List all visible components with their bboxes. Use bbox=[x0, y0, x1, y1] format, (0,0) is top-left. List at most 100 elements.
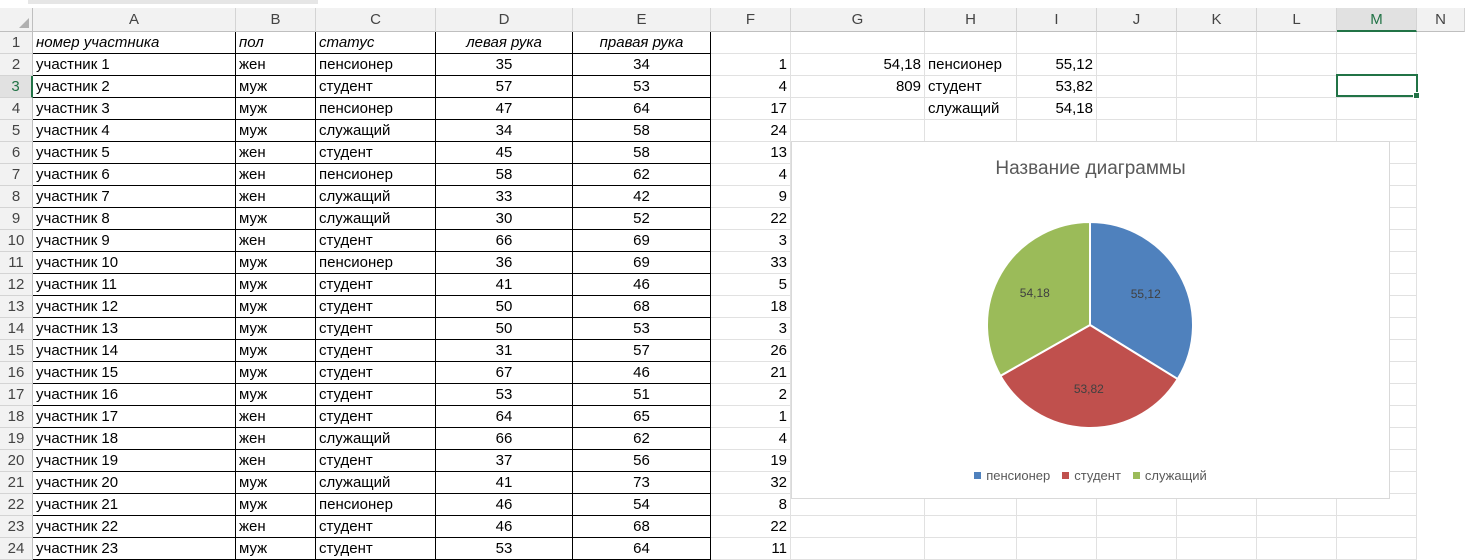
cell-e21[interactable]: 73 bbox=[573, 472, 711, 494]
pie-chart[interactable]: Название диаграммы пенсионер студент служа… bbox=[791, 141, 1390, 499]
cell-b18[interactable]: жен bbox=[236, 406, 316, 428]
cell-d19[interactable]: 66 bbox=[436, 428, 573, 450]
row-header-9[interactable]: 9 bbox=[0, 208, 33, 230]
row-header-17[interactable]: 17 bbox=[0, 384, 33, 406]
cell-f9[interactable]: 22 bbox=[711, 208, 791, 230]
row-header-13[interactable]: 13 bbox=[0, 296, 33, 318]
cell-j4[interactable] bbox=[1097, 98, 1177, 120]
cell-f4[interactable]: 17 bbox=[711, 98, 791, 120]
cell-f23[interactable]: 22 bbox=[711, 516, 791, 538]
row-header-10[interactable]: 10 bbox=[0, 230, 33, 252]
cell-d12[interactable]: 41 bbox=[436, 274, 573, 296]
cell-e19[interactable]: 62 bbox=[573, 428, 711, 450]
cell-k23[interactable] bbox=[1177, 516, 1257, 538]
cell-c7[interactable]: пенсионер bbox=[316, 164, 436, 186]
cell-m23[interactable] bbox=[1337, 516, 1417, 538]
cell-b2[interactable]: жен bbox=[236, 54, 316, 76]
select-all-button[interactable] bbox=[0, 8, 33, 32]
row-header-1[interactable]: 1 bbox=[0, 32, 33, 54]
cell-d2[interactable]: 35 bbox=[436, 54, 573, 76]
cell-f10[interactable]: 3 bbox=[711, 230, 791, 252]
cell-b4[interactable]: муж bbox=[236, 98, 316, 120]
cell-a23[interactable]: участник 22 bbox=[33, 516, 236, 538]
cell-f20[interactable]: 19 bbox=[711, 450, 791, 472]
cell-b9[interactable]: муж bbox=[236, 208, 316, 230]
cell-b17[interactable]: муж bbox=[236, 384, 316, 406]
cell-c5[interactable]: служащий bbox=[316, 120, 436, 142]
cell-f3[interactable]: 4 bbox=[711, 76, 791, 98]
cell-c10[interactable]: студент bbox=[316, 230, 436, 252]
column-header-d[interactable]: D bbox=[436, 8, 573, 32]
cell-e12[interactable]: 46 bbox=[573, 274, 711, 296]
cell-d1[interactable]: левая рука bbox=[436, 32, 573, 54]
cell-l23[interactable] bbox=[1257, 516, 1337, 538]
cell-g4[interactable] bbox=[791, 98, 925, 120]
cell-m1[interactable] bbox=[1337, 32, 1417, 54]
cell-m2[interactable] bbox=[1337, 54, 1417, 76]
column-header-g[interactable]: G bbox=[791, 8, 925, 32]
cell-f6[interactable]: 13 bbox=[711, 142, 791, 164]
row-header-7[interactable]: 7 bbox=[0, 164, 33, 186]
cell-j2[interactable] bbox=[1097, 54, 1177, 76]
row-header-3[interactable]: 3 bbox=[0, 76, 33, 98]
column-header-k[interactable]: K bbox=[1177, 8, 1257, 32]
row-header-15[interactable]: 15 bbox=[0, 340, 33, 362]
cell-a6[interactable]: участник 5 bbox=[33, 142, 236, 164]
column-header-n[interactable]: N bbox=[1417, 8, 1465, 32]
cell-c18[interactable]: студент bbox=[316, 406, 436, 428]
cell-f5[interactable]: 24 bbox=[711, 120, 791, 142]
cell-b14[interactable]: муж bbox=[236, 318, 316, 340]
row-header-8[interactable]: 8 bbox=[0, 186, 33, 208]
cell-a9[interactable]: участник 8 bbox=[33, 208, 236, 230]
cell-a19[interactable]: участник 18 bbox=[33, 428, 236, 450]
cell-e4[interactable]: 64 bbox=[573, 98, 711, 120]
cell-e23[interactable]: 68 bbox=[573, 516, 711, 538]
cell-d23[interactable]: 46 bbox=[436, 516, 573, 538]
cell-j1[interactable] bbox=[1097, 32, 1177, 54]
cell-i3[interactable]: 53,82 bbox=[1017, 76, 1097, 98]
cell-d22[interactable]: 46 bbox=[436, 494, 573, 516]
cell-f8[interactable]: 9 bbox=[711, 186, 791, 208]
cell-j24[interactable] bbox=[1097, 538, 1177, 560]
cell-b5[interactable]: муж bbox=[236, 120, 316, 142]
cell-j5[interactable] bbox=[1097, 120, 1177, 142]
cell-i1[interactable] bbox=[1017, 32, 1097, 54]
cell-f15[interactable]: 26 bbox=[711, 340, 791, 362]
cell-a24[interactable]: участник 23 bbox=[33, 538, 236, 560]
cell-g5[interactable] bbox=[791, 120, 925, 142]
cell-m4[interactable] bbox=[1337, 98, 1417, 120]
row-header-2[interactable]: 2 bbox=[0, 54, 33, 76]
cell-k5[interactable] bbox=[1177, 120, 1257, 142]
column-header-e[interactable]: E bbox=[573, 8, 711, 32]
cell-h2[interactable]: пенсионер bbox=[925, 54, 1017, 76]
cell-d15[interactable]: 31 bbox=[436, 340, 573, 362]
column-header-j[interactable]: J bbox=[1097, 8, 1177, 32]
cell-f12[interactable]: 5 bbox=[711, 274, 791, 296]
column-header-f[interactable]: F bbox=[711, 8, 791, 32]
cell-a15[interactable]: участник 14 bbox=[33, 340, 236, 362]
cell-a21[interactable]: участник 20 bbox=[33, 472, 236, 494]
cell-a5[interactable]: участник 4 bbox=[33, 120, 236, 142]
cell-f22[interactable]: 8 bbox=[711, 494, 791, 516]
cell-i5[interactable] bbox=[1017, 120, 1097, 142]
cell-i2[interactable]: 55,12 bbox=[1017, 54, 1097, 76]
cell-e17[interactable]: 51 bbox=[573, 384, 711, 406]
cell-l5[interactable] bbox=[1257, 120, 1337, 142]
row-header-19[interactable]: 19 bbox=[0, 428, 33, 450]
cell-a2[interactable]: участник 1 bbox=[33, 54, 236, 76]
cell-d13[interactable]: 50 bbox=[436, 296, 573, 318]
cell-h3[interactable]: студент bbox=[925, 76, 1017, 98]
cell-e9[interactable]: 52 bbox=[573, 208, 711, 230]
cell-d9[interactable]: 30 bbox=[436, 208, 573, 230]
cell-b16[interactable]: муж bbox=[236, 362, 316, 384]
cell-e22[interactable]: 54 bbox=[573, 494, 711, 516]
cell-l24[interactable] bbox=[1257, 538, 1337, 560]
row-header-22[interactable]: 22 bbox=[0, 494, 33, 516]
cell-d16[interactable]: 67 bbox=[436, 362, 573, 384]
cell-g23[interactable] bbox=[791, 516, 925, 538]
cell-c9[interactable]: служащий bbox=[316, 208, 436, 230]
cell-f21[interactable]: 32 bbox=[711, 472, 791, 494]
cell-b13[interactable]: муж bbox=[236, 296, 316, 318]
row-header-6[interactable]: 6 bbox=[0, 142, 33, 164]
cell-e1[interactable]: правая рука bbox=[573, 32, 711, 54]
